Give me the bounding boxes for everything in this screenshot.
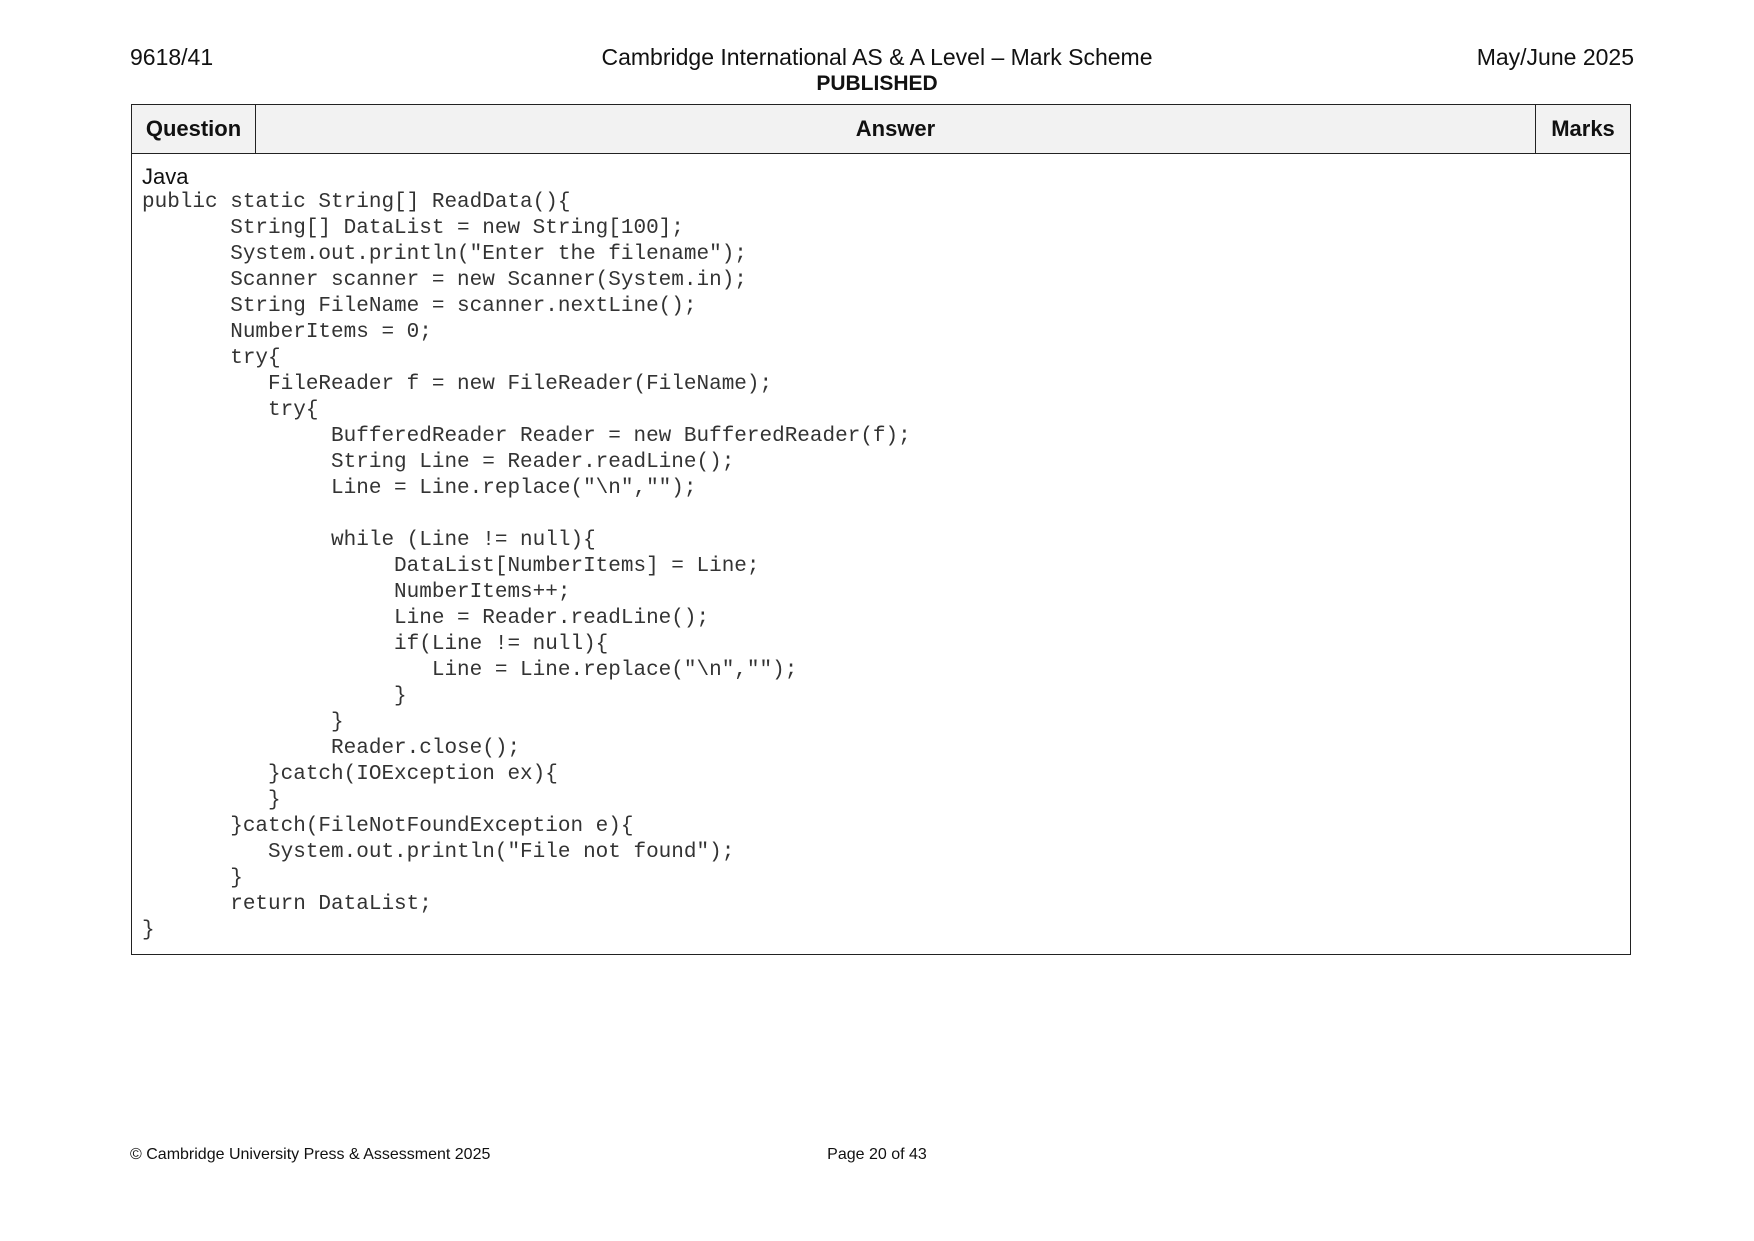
language-label: Java <box>142 164 189 189</box>
code-line: } <box>142 711 344 734</box>
code-line: String Line = Reader.readLine(); <box>142 451 735 474</box>
code-line: try{ <box>142 399 319 422</box>
code-line: }catch(FileNotFoundException e){ <box>142 815 634 838</box>
code-line: return DataList; <box>142 893 432 916</box>
code-line: public static String[] ReadData(){ <box>142 191 571 214</box>
code-line: } <box>142 867 243 890</box>
code-line: try{ <box>142 347 281 370</box>
code-line: if(Line != null){ <box>142 633 609 656</box>
code-line: Scanner scanner = new Scanner(System.in)… <box>142 269 747 292</box>
code-line: NumberItems++; <box>142 581 571 604</box>
code-line: Line = Reader.readLine(); <box>142 607 710 630</box>
table-header-row: Question Answer Marks <box>131 104 1631 154</box>
code-line: NumberItems = 0; <box>142 321 432 344</box>
code-line: DataList[NumberItems] = Line; <box>142 555 760 578</box>
mark-scheme-table: Question Answer Marks Java public static… <box>131 104 1631 955</box>
code-line: }catch(IOException ex){ <box>142 763 558 786</box>
page-number: Page 20 of 43 <box>827 1146 927 1163</box>
code-line: String[] DataList = new String[100]; <box>142 217 684 240</box>
code-line: Reader.close(); <box>142 737 521 760</box>
answer-cell: Java public static String[] ReadData(){ … <box>131 153 1631 955</box>
code-line: System.out.println("Enter the filename")… <box>142 243 747 266</box>
code-line: FileReader f = new FileReader(FileName); <box>142 373 773 396</box>
exam-session: May/June 2025 <box>1476 44 1634 70</box>
code-block: public static String[] ReadData(){ Strin… <box>142 190 1620 944</box>
answer-column-header: Answer <box>255 104 1536 154</box>
code-line: String FileName = scanner.nextLine(); <box>142 295 697 318</box>
published-label: PUBLISHED <box>816 72 938 95</box>
code-line: } <box>142 685 407 708</box>
code-line: BufferedReader Reader = new BufferedRead… <box>142 425 911 448</box>
code-line: Line = Line.replace("\n",""); <box>142 477 697 500</box>
question-column-header: Question <box>131 104 256 154</box>
code-line: } <box>142 919 155 942</box>
code-line: } <box>142 789 281 812</box>
code-line: while (Line != null){ <box>142 529 596 552</box>
table-row: Java public static String[] ReadData(){ … <box>131 153 1631 955</box>
code-line: System.out.println("File not found"); <box>142 841 735 864</box>
code-line: Line = Line.replace("\n",""); <box>142 659 798 682</box>
marks-column-header: Marks <box>1535 104 1631 154</box>
